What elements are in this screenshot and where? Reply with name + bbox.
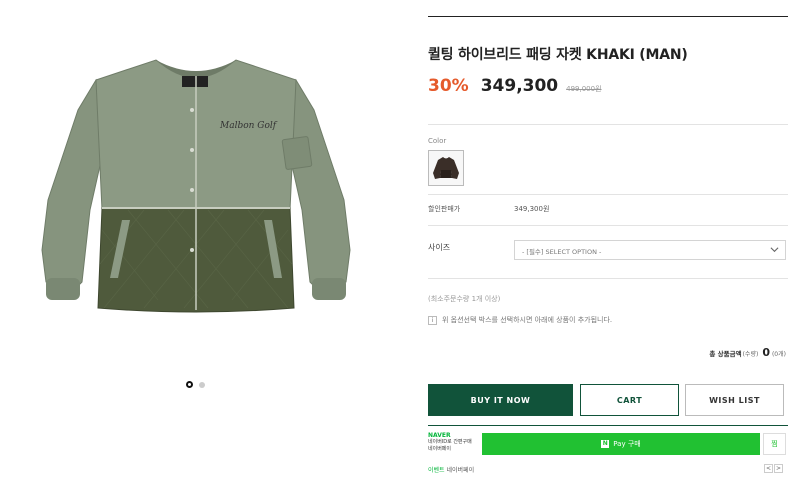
sale-price-label: 할인판매가 xyxy=(428,205,461,213)
info-icon: i xyxy=(428,315,437,325)
divider xyxy=(428,16,788,17)
naver-zzim-button[interactable]: 찜 xyxy=(763,433,786,455)
product-gallery: Malbon Golf xyxy=(0,0,400,502)
product-title: 퀼팅 하이브리드 패딩 자켓 KHAKI (MAN) xyxy=(428,47,688,63)
total-price: 총 상품금액 (수량) 0 (0개) xyxy=(709,346,786,359)
divider xyxy=(428,225,788,226)
naver-event-row: 이벤트 네이버페이 xyxy=(428,465,474,474)
carousel-dots xyxy=(186,381,205,388)
total-count: (0개) xyxy=(771,351,786,358)
naver-logo: NAVER xyxy=(428,432,451,439)
divider xyxy=(428,194,788,195)
total-qty-label: (수량) xyxy=(742,351,759,358)
carousel-dot-icon[interactable] xyxy=(186,381,193,388)
notice-text: 위 옵션선택 박스를 선택하시면 아래에 상품이 추가됩니다. xyxy=(442,316,613,324)
swatch-thumbnail xyxy=(433,157,459,179)
naver-pay-icon: N xyxy=(601,440,610,448)
sale-price-value: 349,300원 xyxy=(514,205,550,213)
total-label: 총 상품금액 xyxy=(709,350,742,358)
size-label: 사이즈 xyxy=(428,243,451,252)
embroidery-text: Malbon Golf xyxy=(219,121,278,131)
wish-list-button[interactable]: WISH LIST xyxy=(685,384,784,416)
discount-rate: 30% xyxy=(428,76,469,96)
naver-pay-info: NAVER 네이버ID로 간편구매 네이버페이 xyxy=(428,432,480,453)
min-order-text: (최소주문수량 1개 이상) xyxy=(428,295,501,303)
size-select[interactable]: - [필수] SELECT OPTION - xyxy=(514,240,786,260)
price-row: 30% 349,300 499,000원 xyxy=(428,76,602,96)
carousel-dot-icon[interactable] xyxy=(199,381,205,388)
buy-now-button[interactable]: BUY IT NOW xyxy=(428,384,573,416)
color-swatch[interactable] xyxy=(428,150,464,186)
event-pager: < > xyxy=(764,464,783,473)
naver-line2: 네이버페이 xyxy=(428,446,452,452)
size-select-value: - [필수] SELECT OPTION - xyxy=(522,248,602,256)
divider xyxy=(428,425,788,426)
sale-price: 349,300 xyxy=(480,76,559,96)
prev-button[interactable]: < xyxy=(764,464,773,473)
chevron-down-icon xyxy=(770,247,779,253)
event-link[interactable]: 이벤트 xyxy=(428,467,445,474)
naver-pay-button[interactable]: N Pay 구매 xyxy=(482,433,760,455)
divider xyxy=(428,124,788,125)
event-text: 네이버페이 xyxy=(446,467,475,474)
original-price: 499,000원 xyxy=(566,85,602,93)
product-image[interactable]: Malbon Golf xyxy=(38,50,354,322)
cart-button[interactable]: CART xyxy=(580,384,679,416)
naver-line1: 네이버ID로 간편구매 xyxy=(428,439,472,445)
option-notice: i 위 옵션선택 박스를 선택하시면 아래에 상품이 추가됩니다. xyxy=(428,315,612,325)
color-label: Color xyxy=(428,137,447,145)
naver-pay-label: Pay 구매 xyxy=(613,440,641,448)
divider xyxy=(428,278,788,279)
next-button[interactable]: > xyxy=(774,464,783,473)
total-value: 0 xyxy=(762,346,770,359)
